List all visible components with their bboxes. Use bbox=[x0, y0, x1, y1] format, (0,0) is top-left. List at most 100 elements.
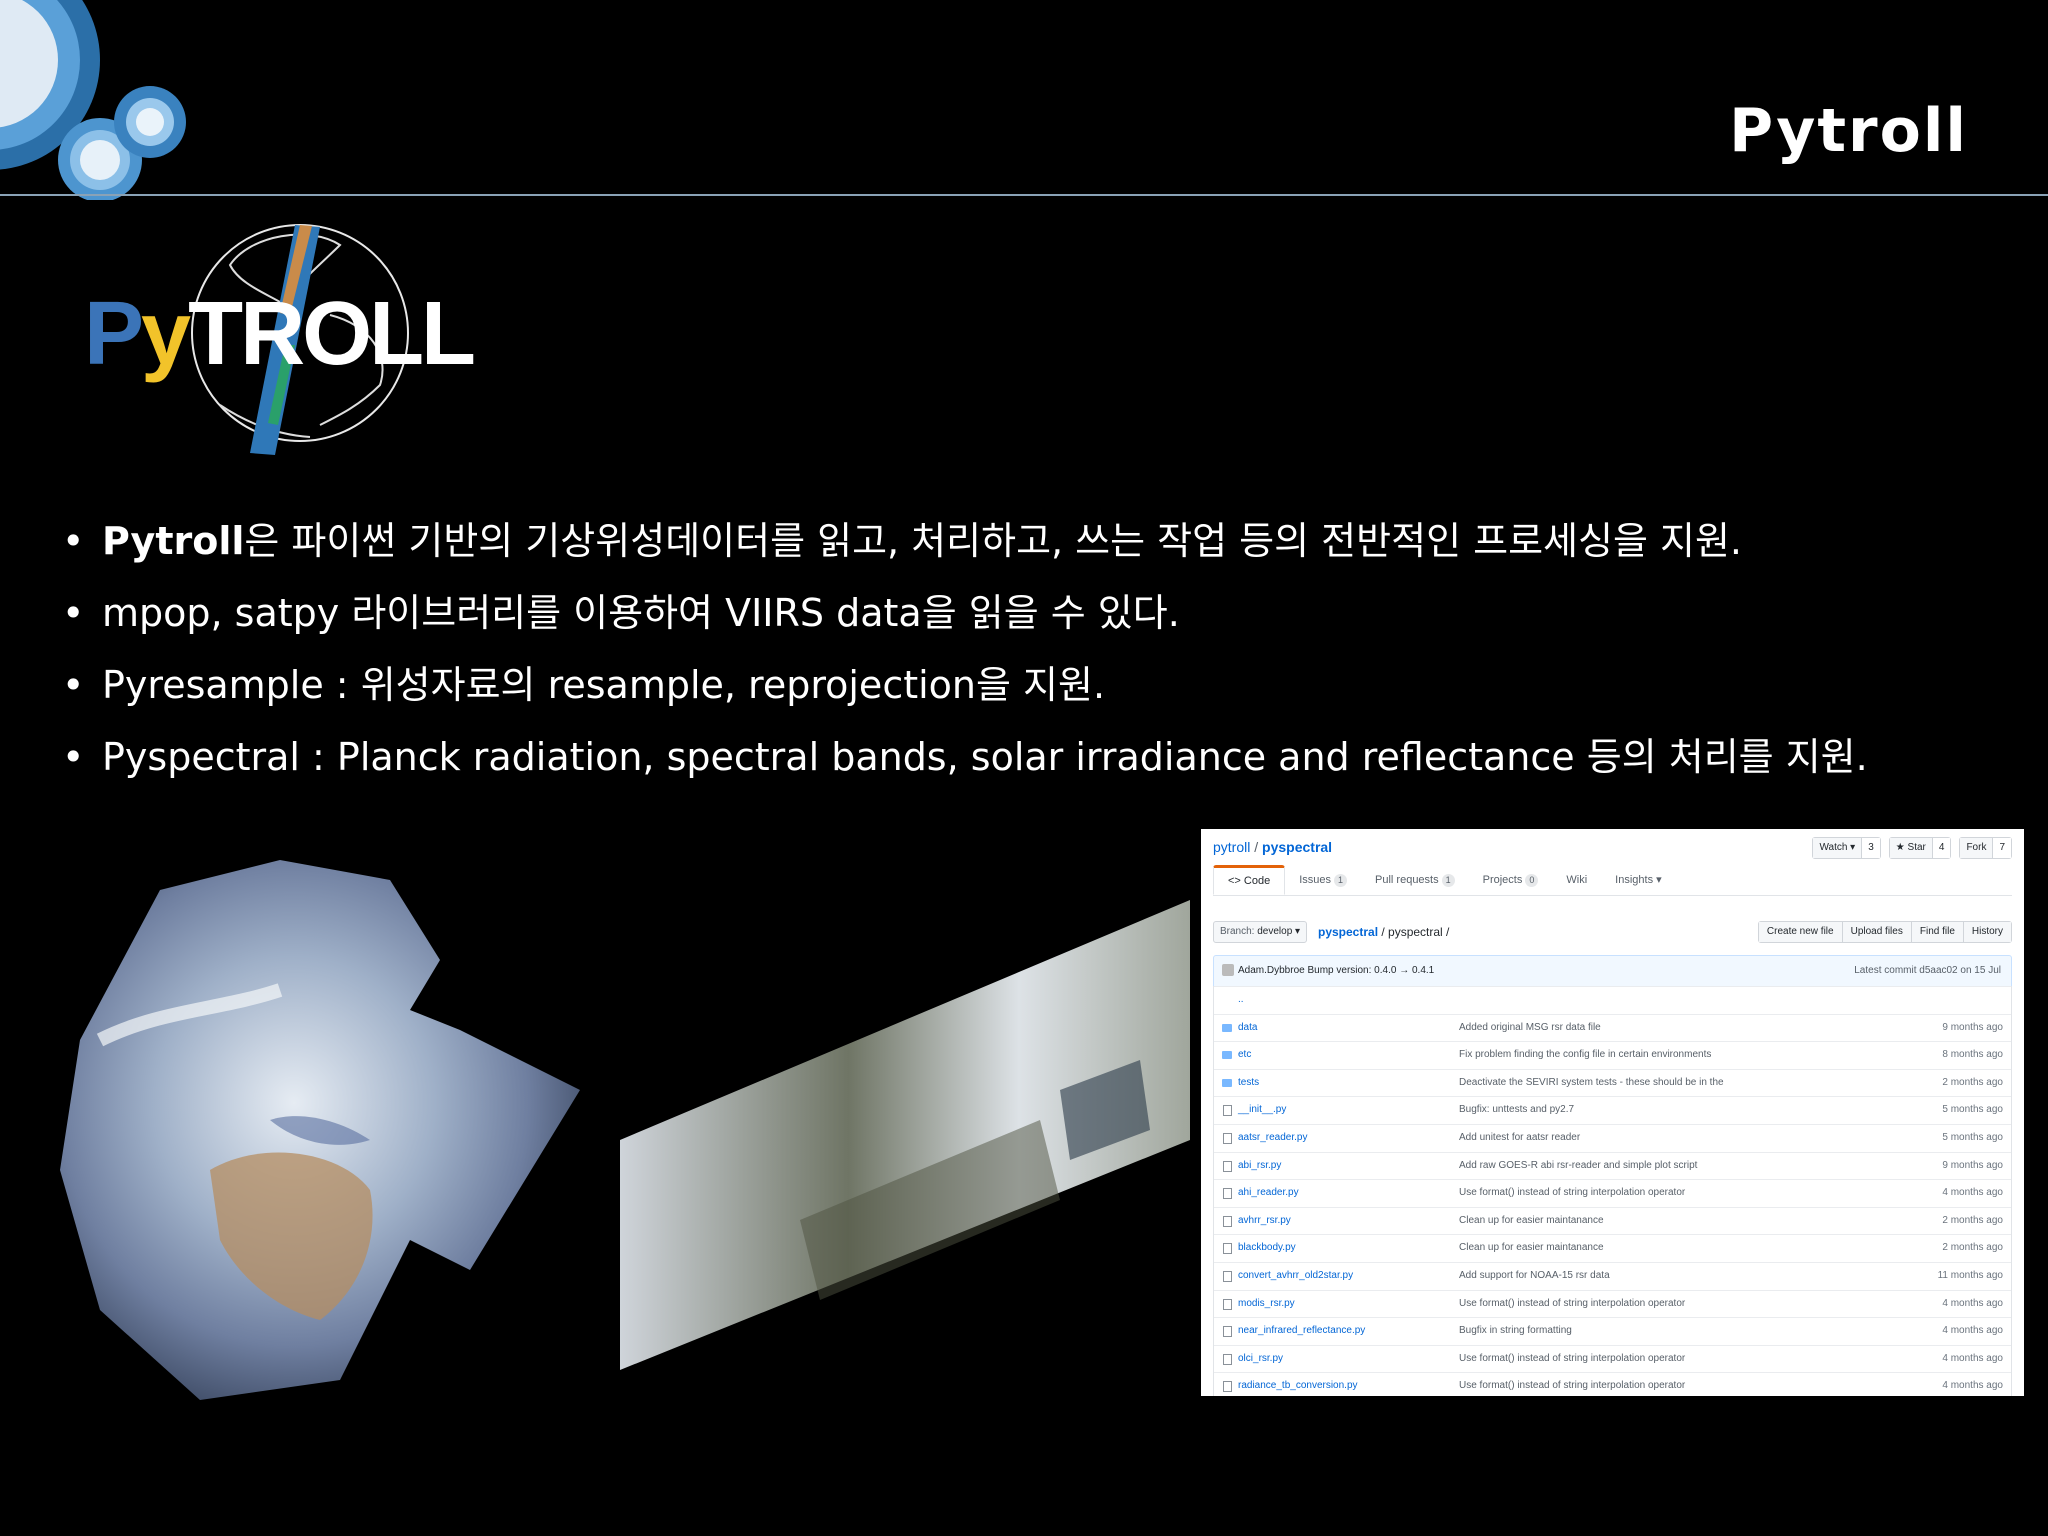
commit-age: 8 months ago bbox=[1942, 1049, 2003, 1061]
commit-age: 4 months ago bbox=[1942, 1352, 2003, 1364]
github-repo-screenshot: pytroll / pyspectral Watch ▾ 3 ★ Star 4 Fo… bbox=[1201, 829, 2024, 1396]
file-row[interactable]: radiance_tb_conversion.py Use format() in… bbox=[1214, 1372, 2011, 1396]
tab-wiki[interactable]: Wiki bbox=[1552, 865, 1601, 895]
star-button[interactable]: ★ Star 4 bbox=[1888, 837, 1952, 859]
header-divider bbox=[0, 194, 2048, 196]
tab-insights[interactable]: Insights ▾ bbox=[1601, 865, 1676, 895]
file-icon bbox=[1223, 1298, 1232, 1310]
commit-message-link[interactable]: Use format() instead of string interpola… bbox=[1459, 1291, 1685, 1317]
file-row[interactable]: avhrr_rsr.py Clean up for easier maintana… bbox=[1214, 1206, 2011, 1235]
file-row[interactable]: convert_avhrr_old2star.py Add support for… bbox=[1214, 1261, 2011, 1290]
file-row[interactable]: __init__.py Bugfix: unttests and py2.7 5 m… bbox=[1214, 1096, 2011, 1124]
file-name-link[interactable]: modis_rsr.py bbox=[1238, 1291, 1295, 1317]
commit-message-link[interactable]: Bugfix in string formatting bbox=[1459, 1318, 1572, 1344]
file-icon bbox=[1223, 1132, 1232, 1144]
find-file-button[interactable]: Find file bbox=[1911, 922, 1964, 942]
commit-age: 2 months ago bbox=[1942, 1076, 2003, 1088]
file-icon bbox=[1223, 1353, 1232, 1365]
bullet-item: • Pyresample : 위성자료의 resample, reprojecti… bbox=[62, 663, 1106, 707]
file-name-link[interactable]: etc bbox=[1238, 1042, 1251, 1068]
file-name-link[interactable]: abi_rsr.py bbox=[1238, 1153, 1281, 1179]
satellite-imagery bbox=[60, 860, 1190, 1400]
bullet-item: • mpop, satpy 라이브러리를 이용하여 VIIRS data을 읽을 … bbox=[62, 591, 1180, 635]
tab-pull-requests[interactable]: Pull requests 1 bbox=[1361, 865, 1469, 895]
parent-dir-row[interactable]: .. bbox=[1214, 986, 2011, 1014]
upload-files-button[interactable]: Upload files bbox=[1842, 922, 1912, 942]
tab-issues[interactable]: Issues 1 bbox=[1285, 865, 1361, 895]
commit-age: 2 months ago bbox=[1942, 1242, 2003, 1254]
watch-button[interactable]: Watch ▾ 3 bbox=[1812, 837, 1881, 859]
create-new-file-button[interactable]: Create new file bbox=[1758, 922, 1843, 942]
file-name-link[interactable]: convert_avhrr_old2star.py bbox=[1238, 1263, 1353, 1289]
file-list: .. data Added original MSG rsr data file 9… bbox=[1213, 986, 2012, 1396]
commit-message-link[interactable]: Add unitest for aatsr reader bbox=[1459, 1125, 1580, 1151]
commit-message-link[interactable]: Added original MSG rsr data file bbox=[1459, 1015, 1601, 1041]
file-row[interactable]: abi_rsr.py Add raw GOES-R abi rsr-reader … bbox=[1214, 1151, 2011, 1180]
file-name-link[interactable]: __init__.py bbox=[1238, 1097, 1286, 1123]
commit-message-link[interactable]: Bugfix: unttests and py2.7 bbox=[1459, 1097, 1574, 1123]
tab-code[interactable]: <> Code bbox=[1213, 865, 1286, 895]
bullet-item: • Pytroll은 파이썬 기반의 기상위성데이터를 읽고, 처리하고, 쓰는 … bbox=[62, 519, 1742, 563]
satellite-swath bbox=[620, 900, 1190, 1370]
fork-button[interactable]: Fork 7 bbox=[1959, 837, 2012, 859]
commit-age: 11 months ago bbox=[1937, 1269, 2003, 1281]
slide-title: Pytroll bbox=[1729, 96, 1968, 166]
file-row[interactable]: ahi_reader.py Use format() instead of str… bbox=[1214, 1179, 2011, 1207]
commit-age: 9 months ago bbox=[1942, 1159, 2003, 1171]
pytroll-logo: PyTROLL bbox=[80, 205, 476, 465]
file-row[interactable]: blackbody.py Clean up for easier maintana… bbox=[1214, 1234, 2011, 1262]
file-row[interactable]: modis_rsr.py Use format() instead of stri… bbox=[1214, 1289, 2011, 1318]
commit-message-link[interactable]: Use format() instead of string interpola… bbox=[1459, 1180, 1685, 1206]
file-name-link[interactable]: ahi_reader.py bbox=[1238, 1180, 1299, 1206]
commit-message-link[interactable]: Add raw GOES-R abi rsr-reader and simple… bbox=[1459, 1153, 1697, 1179]
repo-tabs: <> Code Issues 1 Pull requests 1 Projects 0… bbox=[1213, 865, 2012, 896]
commit-message-link[interactable]: Add support for NOAA-15 rsr data bbox=[1459, 1263, 1610, 1289]
commit-message-link[interactable]: Clean up for easier maintanance bbox=[1459, 1235, 1604, 1261]
file-row[interactable]: near_infrared_reflectance.py Bugfix in st… bbox=[1214, 1317, 2011, 1345]
commit-message-link[interactable]: Fix problem finding the config file in c… bbox=[1459, 1042, 1711, 1068]
commit-age: 9 months ago bbox=[1942, 1021, 2003, 1033]
commit-author-link[interactable]: Adam.Dybbroe bbox=[1238, 965, 1305, 976]
file-row[interactable]: data Added original MSG rsr data file 9 mo… bbox=[1214, 1013, 2011, 1042]
file-icon bbox=[1223, 1215, 1232, 1227]
bullet-list: • Pytroll은 파이썬 기반의 기상위성데이터를 읽고, 처리하고, 쓰는 … bbox=[62, 505, 2022, 793]
file-name-link[interactable]: tests bbox=[1238, 1070, 1259, 1096]
breadcrumb-repo-link[interactable]: pyspectral bbox=[1318, 925, 1378, 939]
decorative-circles bbox=[0, 0, 186, 200]
history-button[interactable]: History bbox=[1963, 922, 2011, 942]
avatar bbox=[1222, 964, 1234, 977]
file-name-link[interactable]: avhrr_rsr.py bbox=[1238, 1208, 1291, 1234]
globe-composite bbox=[60, 860, 580, 1400]
file-name-link[interactable]: blackbody.py bbox=[1238, 1235, 1296, 1261]
file-icon bbox=[1223, 1105, 1232, 1117]
commit-age: 5 months ago bbox=[1942, 1131, 2003, 1143]
repo-title: pytroll / pyspectral bbox=[1213, 839, 1333, 855]
file-name-link[interactable]: aatsr_reader.py bbox=[1238, 1125, 1308, 1151]
file-icon bbox=[1223, 1326, 1232, 1338]
commit-message-link[interactable]: Clean up for easier maintanance bbox=[1459, 1208, 1604, 1234]
file-row[interactable]: aatsr_reader.py Add unitest for aatsr rea… bbox=[1214, 1123, 2011, 1152]
file-name-link[interactable]: near_infrared_reflectance.py bbox=[1238, 1318, 1365, 1344]
tab-projects[interactable]: Projects 0 bbox=[1469, 865, 1553, 895]
commit-message-link[interactable]: Deactivate the SEVIRI system tests - the… bbox=[1459, 1070, 1724, 1096]
breadcrumb: pyspectral / pyspectral / bbox=[1318, 925, 1450, 939]
file-icon bbox=[1223, 1188, 1232, 1200]
file-name-link[interactable]: radiance_tb_conversion.py bbox=[1238, 1373, 1358, 1396]
repo-name-link[interactable]: pyspectral bbox=[1262, 839, 1332, 855]
commit-message-link[interactable]: Use format() instead of string interpola… bbox=[1459, 1346, 1685, 1372]
latest-commit-info[interactable]: Latest commit d5aac02 on 15 Jul bbox=[1854, 956, 2001, 986]
commit-message[interactable]: Bump version: 0.4.0 → 0.4.1 bbox=[1307, 965, 1434, 976]
latest-commit-bar: Adam.Dybbroe Bump version: 0.4.0 → 0.4.1… bbox=[1213, 955, 2012, 987]
commit-age: 4 months ago bbox=[1942, 1297, 2003, 1309]
file-name-link[interactable]: data bbox=[1238, 1015, 1257, 1041]
file-icon bbox=[1223, 1160, 1232, 1172]
file-name-link[interactable]: olci_rsr.py bbox=[1238, 1346, 1283, 1372]
commit-age: 5 months ago bbox=[1942, 1104, 2003, 1116]
commit-message-link[interactable]: Use format() instead of string interpola… bbox=[1459, 1373, 1685, 1396]
file-row[interactable]: olci_rsr.py Use format() instead of strin… bbox=[1214, 1344, 2011, 1373]
file-row[interactable]: etc Fix problem finding the config file i… bbox=[1214, 1041, 2011, 1069]
file-icon bbox=[1223, 1243, 1232, 1255]
branch-select[interactable]: Branch: develop ▾ bbox=[1213, 921, 1308, 943]
file-row[interactable]: tests Deactivate the SEVIRI system tests … bbox=[1214, 1068, 2011, 1097]
repo-owner-link[interactable]: pytroll bbox=[1213, 839, 1250, 855]
